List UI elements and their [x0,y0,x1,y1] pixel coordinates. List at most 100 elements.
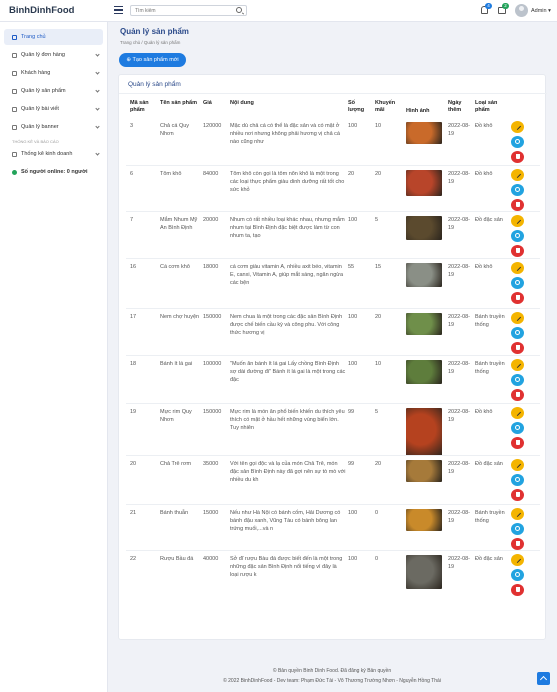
sidebar-item-banner[interactable]: Quản lý banner [4,119,103,135]
trash-icon [515,440,520,445]
delete-button[interactable] [511,538,524,550]
cell-date: 2022-08-19 [448,264,471,278]
sidebar-item-orders[interactable]: Quản lý đơn hàng [4,47,103,63]
delete-button[interactable] [511,292,524,304]
user-menu[interactable]: Admin ▾ [531,8,551,14]
sidebar-item-products[interactable]: Quản lý sản phẩm [4,83,103,99]
brand-logo[interactable]: BinhDinhFood [9,5,74,16]
view-button[interactable] [511,422,524,434]
view-button[interactable] [511,184,524,196]
row-divider [126,403,540,404]
delete-button[interactable] [511,245,524,257]
product-image [406,313,442,335]
home-icon [12,34,17,40]
view-button[interactable] [511,136,524,148]
eye-icon [515,187,520,192]
edit-button[interactable] [511,121,524,133]
sidebar-item-stats[interactable]: Thống kê kinh doanh [4,146,103,162]
sidebar-item-label: Quản lý banner [21,124,59,130]
cell-date: 2022-08-19 [448,510,471,524]
cell-date: 2022-08-19 [448,217,471,231]
edit-button[interactable] [511,508,524,520]
edit-button[interactable] [511,407,524,419]
online-dot-icon [12,169,17,175]
box-icon [12,88,17,94]
trash-icon [515,248,520,253]
sidebar-item-label: Quản lý bài viết [21,106,59,112]
trash-icon [515,392,520,397]
view-button[interactable] [511,474,524,486]
view-button[interactable] [511,327,524,339]
col-header-image: Hình ảnh [406,108,430,114]
view-button[interactable] [511,230,524,242]
footer-copyright: © Bản quyền Binh Dinh Food. Đã đăng ký B… [272,668,392,674]
view-button[interactable] [511,277,524,289]
online-users: Số người online: 0 người [4,164,103,180]
edit-button[interactable] [511,262,524,274]
delete-button[interactable] [511,584,524,596]
cell-price: 120000 [203,123,222,129]
delete-button[interactable] [511,151,524,163]
cart-icon [12,52,17,58]
pencil-icon [513,170,522,179]
cell-id: 20 [130,461,137,467]
view-button[interactable] [511,569,524,581]
edit-button[interactable] [511,169,524,181]
cell-qty: 100 [348,510,358,516]
sidebar-item-customers[interactable]: Khách hàng [4,65,103,81]
delete-button[interactable] [511,489,524,501]
search-icon[interactable] [236,7,242,13]
edit-button[interactable] [511,459,524,471]
cell-qty: 100 [348,361,358,367]
cell-date: 2022-08-19 [448,409,471,423]
edit-button[interactable] [511,554,524,566]
edit-button[interactable] [511,359,524,371]
view-button[interactable] [511,523,524,535]
image-icon [12,124,17,130]
scroll-top-button[interactable] [537,672,550,685]
cell-name: Cá cơm khô [160,264,190,270]
view-button[interactable] [511,374,524,386]
cell-content: Tôm khô còn gọi là tôm nõn khô là một tr… [230,171,345,193]
cell-price: 35000 [203,461,219,467]
delete-button[interactable] [511,389,524,401]
eye-icon [515,425,520,430]
eye-icon [515,233,520,238]
edit-button[interactable] [511,312,524,324]
cell-promo: 5 [375,409,379,415]
trash-icon [515,541,520,546]
cell-price: 84000 [203,171,219,177]
sidebar-item-home[interactable]: Trang chủ [4,29,103,45]
search-input[interactable] [130,5,247,16]
trash-icon [515,587,520,592]
create-product-button[interactable]: ⊕ Tạo sản phẩm mới [119,53,186,67]
cell-content: Sở dĩ rượu Bàu đá được biết đến là một t… [230,556,343,578]
top-navbar: BinhDinhFood 4 2 Admin ▾ [0,0,557,22]
cell-promo: 0 [375,556,379,562]
col-header-qty: Số lượng [348,100,365,113]
cell-qty: 100 [348,217,358,223]
cell-qty: 55 [348,264,355,270]
delete-button[interactable] [511,437,524,449]
delete-button[interactable] [511,199,524,211]
cell-name: Tôm khô [160,171,182,177]
cell-content: Nếu như Hà Nội có bánh cốm, Hải Dương có… [230,510,341,532]
cell-qty: 99 [348,409,355,415]
avatar[interactable] [515,4,528,17]
eye-icon [515,477,520,482]
cell-date: 2022-08-19 [448,461,471,475]
menu-toggle-icon[interactable] [114,6,123,14]
delete-button[interactable] [511,342,524,354]
cell-name: Mắm Nhum Mỹ An Bình Định [160,217,198,231]
cell-name: Chả Trê rơm [160,461,192,467]
cell-content: Mực rim là món ăn phổ biến khiến du thíc… [230,409,345,431]
eye-icon [515,572,520,577]
chevron-down-icon [95,124,100,129]
chevron-down-icon [95,52,100,57]
product-image [406,170,442,196]
sidebar-item-articles[interactable]: Quản lý bài viết [4,101,103,117]
edit-button[interactable] [511,215,524,227]
col-header-promo: Khuyến mãi [375,100,396,113]
col-header-id: Mã sản phẩm [130,100,149,113]
chart-icon [12,151,17,157]
